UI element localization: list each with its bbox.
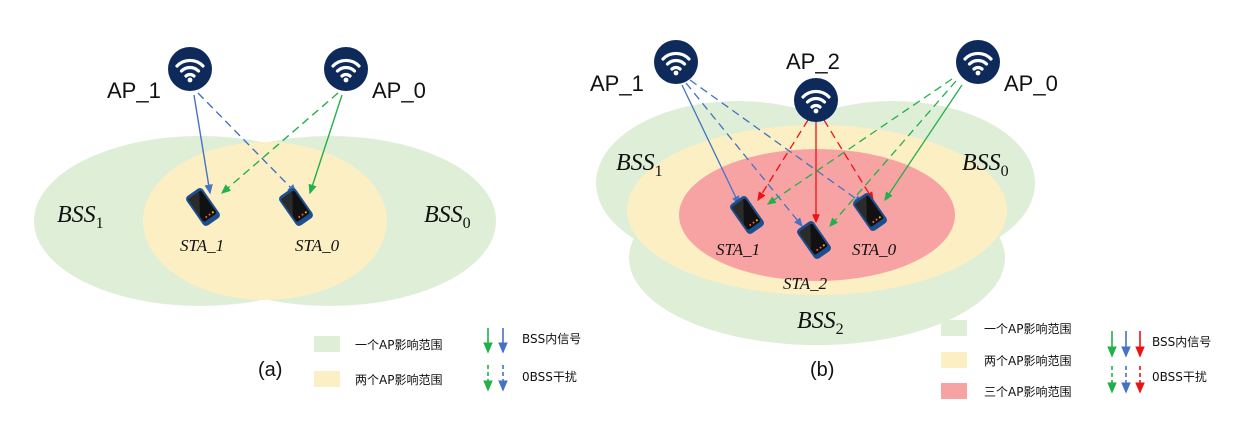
ap1-wifi-icon-b	[652, 38, 700, 86]
overlap-three-ap-b	[679, 149, 955, 281]
legend-intra-label-a: BSS内信号	[522, 332, 581, 346]
legend-one-ap-label-a: 一个AP影响范围	[355, 337, 442, 352]
sta0-label: STA_0	[295, 236, 340, 255]
sta0-label-b: STA_0	[852, 240, 897, 259]
legend-obss-label-a: 0BSS干扰	[522, 370, 577, 384]
legend-intra-label-b: BSS内信号	[1152, 335, 1211, 349]
overlap-two-ap-a	[143, 142, 387, 300]
ap1-label: AP_1	[107, 78, 161, 103]
sta1-label-b: STA_1	[716, 240, 760, 259]
ap2-wifi-icon-b	[792, 76, 840, 124]
legend-one-ap-swatch-b	[941, 320, 967, 336]
ap0-label: AP_0	[372, 78, 426, 103]
ap0-label-b: AP_0	[1004, 71, 1058, 96]
sta2-label-b: STA_2	[783, 274, 828, 293]
panel-a-caption: (a)	[258, 359, 282, 381]
legend-two-ap-label-b: 两个AP影响范围	[984, 353, 1071, 368]
panel-b: AP_1 AP_2 AP_0 STA_1 STA_2 STA_0 BSS1 BS…	[590, 38, 1211, 399]
legend-one-ap-swatch-a	[314, 336, 340, 352]
legend-two-ap-swatch-b	[941, 352, 967, 368]
sta1-label: STA_1	[180, 236, 224, 255]
legend-two-ap-swatch-a	[314, 371, 340, 387]
ap2-label-b: AP_2	[786, 49, 840, 74]
panel-b-caption: (b)	[810, 359, 834, 381]
panel-a: AP_1 AP_0 STA_1 STA_0 BSS1 BSS0 (a) 一个AP…	[34, 45, 581, 392]
diagram: AP_1 AP_0 STA_1 STA_0 BSS1 BSS0 (a) 一个AP…	[34, 38, 1211, 399]
ap0-wifi-icon	[322, 45, 370, 93]
ap0-wifi-icon-b	[954, 38, 1002, 86]
ap1-wifi-icon	[166, 45, 214, 93]
legend-obss-label-b: 0BSS干扰	[1152, 370, 1207, 384]
legend-three-ap-swatch-b	[941, 383, 967, 399]
legend-one-ap-label-b: 一个AP影响范围	[984, 321, 1071, 336]
ap1-label-b: AP_1	[590, 71, 644, 96]
legend-two-ap-label-a: 两个AP影响范围	[355, 372, 442, 387]
legend-three-ap-label-b: 三个AP影响范围	[984, 384, 1071, 399]
